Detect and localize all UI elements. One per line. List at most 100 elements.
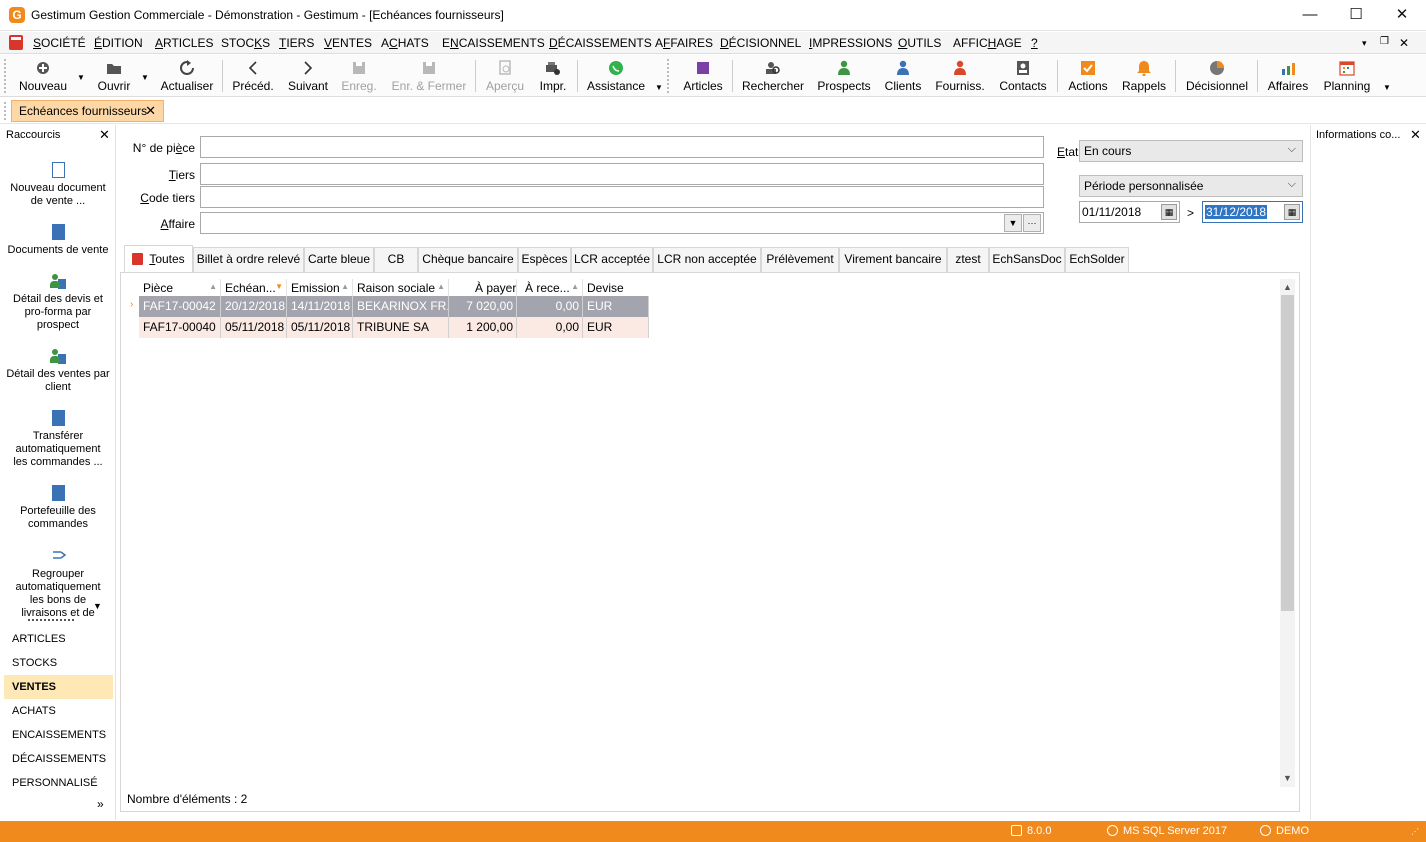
- expand-categories-icon[interactable]: »: [97, 797, 104, 811]
- sidebar-category-ventes[interactable]: VENTES: [4, 675, 113, 699]
- tab-prelevement[interactable]: Prélèvement: [761, 247, 839, 272]
- close-window-button[interactable]: ✕: [1379, 0, 1425, 31]
- restore-child-icon[interactable]: ❐: [1380, 36, 1389, 47]
- decisionnel-button[interactable]: Décisionnel: [1181, 55, 1253, 97]
- assistance-button[interactable]: Assistance: [583, 55, 649, 97]
- tab-especes[interactable]: Espèces: [518, 247, 571, 272]
- menu-encaissements[interactable]: ENCAISSEMENTS: [442, 36, 545, 50]
- server-status: MS SQL Server 2017: [1107, 825, 1227, 837]
- actions-button[interactable]: Actions: [1063, 55, 1113, 97]
- menu-stocks[interactable]: STOCKS: [221, 36, 270, 50]
- num-piece-input[interactable]: [200, 136, 1044, 158]
- resize-grip-icon[interactable]: ⋰: [1411, 827, 1419, 836]
- sidebar-category-decaissements[interactable]: DÉCAISSEMENTS: [4, 747, 113, 771]
- nouveau-button[interactable]: Nouveau: [13, 55, 73, 97]
- tab-lcr-acceptee[interactable]: LCR acceptée: [571, 247, 653, 272]
- precedent-button[interactable]: Précéd.: [228, 55, 278, 97]
- menu-achats[interactable]: ACHATS: [381, 36, 429, 50]
- sidebar-category-personnalise[interactable]: PERSONNALISÉ: [4, 771, 113, 795]
- menu-help[interactable]: ?: [1031, 36, 1038, 50]
- menu-tiers[interactable]: TIERS: [279, 36, 314, 50]
- periode-select[interactable]: Période personnalisée ⌵: [1079, 175, 1303, 197]
- fournisseurs-button[interactable]: Fourniss.: [931, 55, 989, 97]
- menu-affichage[interactable]: AFFICHAGE: [953, 36, 1022, 50]
- user-icon: [1260, 825, 1271, 836]
- tab-cheque-bancaire[interactable]: Chèque bancaire: [418, 247, 518, 272]
- tiers-input[interactable]: [200, 163, 1044, 185]
- suivant-button[interactable]: Suivant: [283, 55, 333, 97]
- calendar-picker-icon[interactable]: ▦: [1284, 204, 1300, 220]
- pin-icon[interactable]: ▾: [1362, 38, 1367, 49]
- contacts-button[interactable]: Contacts: [995, 55, 1051, 97]
- menu-outils[interactable]: OUTILS: [898, 36, 941, 50]
- planning-button[interactable]: Planning: [1319, 55, 1375, 97]
- actualiser-button[interactable]: Actualiser: [156, 55, 218, 97]
- menu-impressions[interactable]: IMPRESSIONS: [809, 36, 892, 50]
- echeances-grid: Pièce ▲ Echéan... ▼ Emission ▲ Raison socia…: [120, 272, 1300, 812]
- menu-societe[interactable]: SOCIÉTÉ: [33, 36, 86, 50]
- maximize-button[interactable]: ☐: [1333, 0, 1379, 31]
- affaire-browse-icon[interactable]: ···: [1023, 214, 1041, 232]
- articles-button[interactable]: Articles: [679, 55, 727, 97]
- prospect-person-icon: [836, 60, 852, 76]
- menu-affaires[interactable]: AFFAIRES: [655, 36, 713, 50]
- menu-articles[interactable]: ARTICLES: [155, 36, 213, 50]
- tab-lcr-non-acceptee[interactable]: LCR non acceptée: [653, 247, 761, 272]
- affaires-button[interactable]: Affaires: [1263, 55, 1313, 97]
- tab-virement-bancaire[interactable]: Virement bancaire: [839, 247, 947, 272]
- sidebar-category-achats[interactable]: ACHATS: [4, 699, 113, 723]
- tab-carte-bleue[interactable]: Carte bleue: [304, 247, 374, 272]
- save-close-icon: [421, 60, 437, 76]
- shortcut-detail-ventes-client[interactable]: Détail des ventes par client: [0, 348, 116, 394]
- sidebar-category-encaissements[interactable]: ENCAISSEMENTS: [4, 723, 113, 747]
- affaire-dropdown-icon[interactable]: ▼: [1004, 214, 1022, 232]
- scrollbar-thumb[interactable]: [1281, 295, 1294, 611]
- minimize-button[interactable]: —: [1287, 0, 1333, 31]
- enregistrer-fermer-button[interactable]: Enr. & Fermer: [387, 55, 471, 97]
- shortcut-nouveau-document-vente[interactable]: Nouveau document de vente ...: [0, 162, 116, 208]
- close-tab-icon[interactable]: ✕: [145, 103, 156, 119]
- date-to-field[interactable]: 31/12/2018 ▦: [1202, 201, 1303, 223]
- clients-button[interactable]: Clients: [880, 55, 926, 97]
- shortcut-transferer-commandes[interactable]: Transférer automatiquement les commandes…: [0, 410, 116, 469]
- enregistrer-button[interactable]: Enreg.: [336, 55, 382, 97]
- imprimer-button[interactable]: Impr.: [533, 55, 573, 97]
- menu-ventes[interactable]: VENTES: [324, 36, 372, 50]
- shortcut-documents-vente[interactable]: Documents de vente: [0, 224, 116, 257]
- prospects-button[interactable]: Prospects: [813, 55, 875, 97]
- etat-select[interactable]: En cours ⌵: [1079, 140, 1303, 162]
- informations-panel-close-icon[interactable]: ✕: [1410, 127, 1421, 143]
- toolbar-overflow-icon[interactable]: ▼: [1383, 83, 1391, 92]
- affaire-field[interactable]: ▼ ···: [200, 212, 1044, 234]
- tab-cb[interactable]: CB: [374, 247, 418, 272]
- ouvrir-button[interactable]: Ouvrir: [88, 55, 140, 97]
- tab-echsansdoc[interactable]: EchSansDoc: [989, 247, 1065, 272]
- date-from-field[interactable]: 01/11/2018 ▦: [1079, 201, 1180, 223]
- calendar-picker-icon[interactable]: ▦: [1161, 204, 1177, 220]
- menu-edition[interactable]: ÉDITION: [94, 36, 143, 50]
- scroll-down-icon[interactable]: ▼: [93, 601, 102, 611]
- tab-billet-ordre[interactable]: Billet à ordre relevé: [193, 247, 304, 272]
- ouvrir-dropdown-icon[interactable]: ▼: [141, 73, 149, 82]
- code-tiers-input[interactable]: [200, 186, 1044, 208]
- calendar-icon[interactable]: [9, 35, 23, 50]
- toolbar-overflow-icon[interactable]: ▼: [655, 83, 663, 92]
- apercu-button[interactable]: Aperçu: [481, 55, 529, 97]
- sidebar-category-stocks[interactable]: STOCKS: [4, 651, 113, 675]
- menu-decisionnel[interactable]: DÉCISIONNEL: [720, 36, 801, 50]
- close-child-icon[interactable]: ✕: [1399, 36, 1409, 50]
- menu-decaissements[interactable]: DÉCAISSEMENTS: [549, 36, 652, 50]
- rappels-button[interactable]: Rappels: [1119, 55, 1169, 97]
- scroll-down-icon[interactable]: ▼: [1281, 773, 1294, 783]
- shortcut-portefeuille-commandes[interactable]: Portefeuille des commandes: [0, 485, 116, 531]
- sidebar-splitter[interactable]: [28, 619, 74, 621]
- rechercher-button[interactable]: Rechercher: [738, 55, 808, 97]
- scroll-up-icon[interactable]: ▲: [1281, 282, 1294, 292]
- tab-toutes[interactable]: Toutes: [124, 245, 193, 273]
- document-tab-echeances[interactable]: Echéances fournisseurs ✕: [11, 100, 164, 122]
- nouveau-dropdown-icon[interactable]: ▼: [77, 73, 85, 82]
- tab-echsolder[interactable]: EchSolder: [1065, 247, 1129, 272]
- tab-ztest[interactable]: ztest: [947, 247, 989, 272]
- shortcut-detail-devis[interactable]: Détail des devis et pro-forma par prospe…: [0, 273, 116, 332]
- sidebar-category-articles[interactable]: ARTICLES: [4, 627, 113, 651]
